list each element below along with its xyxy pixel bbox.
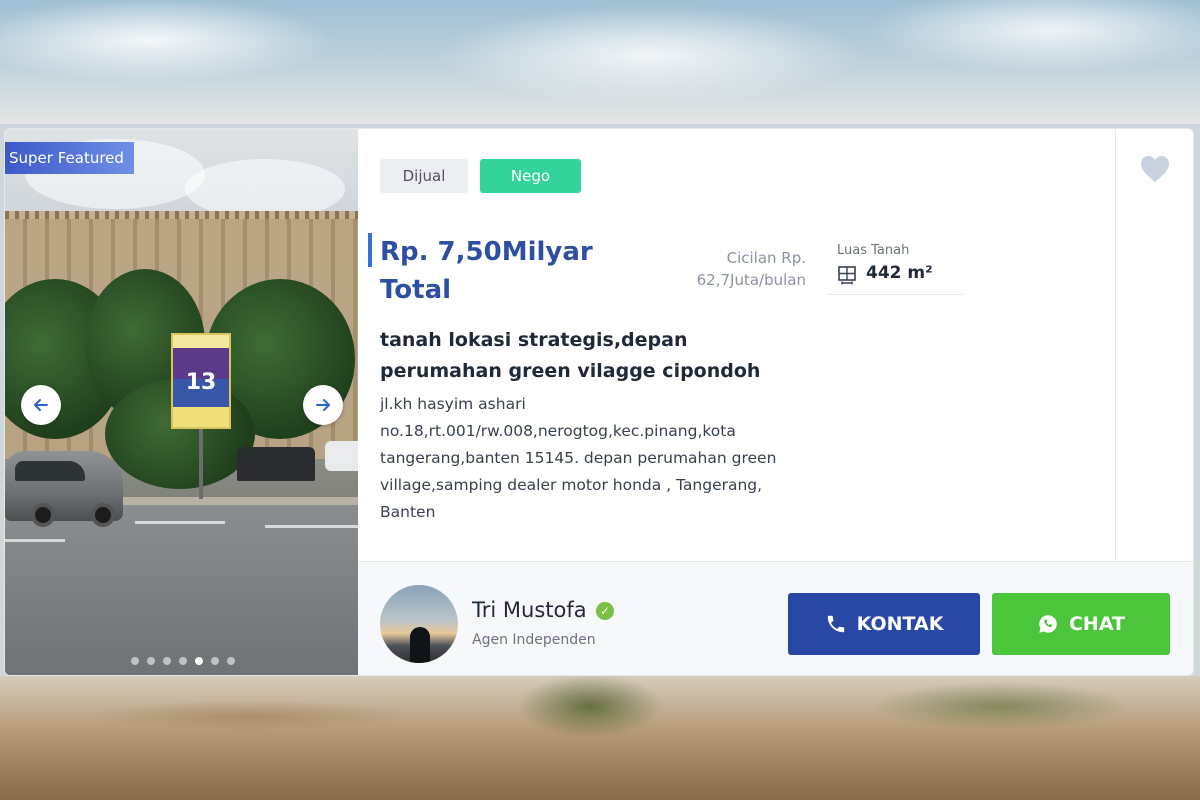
background-blur-top — [0, 0, 1200, 124]
tag-nego: Nego — [480, 159, 581, 193]
arrow-right-icon — [316, 399, 330, 411]
next-photo-button[interactable] — [303, 385, 343, 425]
agent-name[interactable]: Tri Mustofa — [472, 598, 587, 622]
road-line — [135, 521, 225, 524]
installment: Cicilan Rp. 62,7Juta/bulan — [696, 249, 806, 289]
road — [5, 505, 358, 675]
price-accent-bar — [368, 233, 372, 267]
truck — [237, 447, 315, 481]
land-area-value: 442 m² — [866, 263, 933, 283]
listing-photo[interactable]: 13 Super Featured — [5, 129, 358, 675]
gallery-dot[interactable] — [211, 657, 219, 665]
listing-address: jl.kh hasyim ashari no.18,rt.001/rw.008,… — [380, 395, 777, 521]
favorite-column — [1115, 129, 1193, 561]
agent-role: Agen Independen — [472, 632, 596, 648]
chat-button-label: CHAT — [1068, 613, 1126, 635]
gallery-dot[interactable] — [131, 657, 139, 665]
phone-icon — [827, 615, 844, 633]
background-blur-bottom — [0, 676, 1200, 800]
land-area-icon — [838, 266, 856, 285]
tag-dijual: Dijual — [380, 159, 468, 193]
billboard-pole — [199, 429, 203, 499]
prev-photo-button[interactable] — [21, 385, 61, 425]
van — [325, 441, 358, 471]
arrow-left-icon — [34, 399, 48, 411]
listing-card[interactable]: 13 Super Featured Dijual Nego Rp. 7,50Mi… — [4, 128, 1194, 676]
contact-button[interactable]: KONTAK — [788, 593, 980, 655]
listing-content[interactable]: Dijual Nego Rp. 7,50Milyar Total Cicilan… — [358, 129, 1115, 561]
car-window — [15, 461, 85, 481]
road-line — [5, 539, 65, 542]
cloud — [185, 159, 345, 219]
featured-badge: Super Featured — [5, 142, 134, 174]
gallery-dot[interactable] — [179, 657, 187, 665]
car-wheel — [31, 503, 55, 527]
gallery-dot[interactable] — [227, 657, 235, 665]
whatsapp-icon — [1039, 615, 1057, 633]
gallery-dot[interactable] — [147, 657, 155, 665]
land-area: Luas Tanah 442 m² — [828, 243, 965, 295]
price: Rp. 7,50Milyar Total — [380, 237, 593, 305]
car-wheel — [91, 503, 115, 527]
avatar-person — [410, 627, 430, 663]
agent-footer: Tri Mustofa ✓ Agen Independen KONTAK CHA… — [358, 561, 1193, 675]
gallery-dot[interactable] — [163, 657, 171, 665]
land-area-label: Luas Tanah — [837, 243, 910, 258]
heart-icon[interactable] — [1140, 155, 1170, 183]
listing-title[interactable]: tanah lokasi strategis,depan perumahan g… — [380, 325, 810, 387]
check-circle-icon: ✓ — [596, 602, 614, 620]
gallery-dots — [131, 657, 235, 665]
avatar[interactable] — [380, 585, 458, 663]
billboard: 13 — [171, 333, 231, 429]
gallery-dot[interactable] — [195, 657, 203, 665]
chat-button[interactable]: CHAT — [992, 593, 1170, 655]
contact-button-label: KONTAK — [856, 613, 944, 635]
road-line — [265, 525, 358, 528]
